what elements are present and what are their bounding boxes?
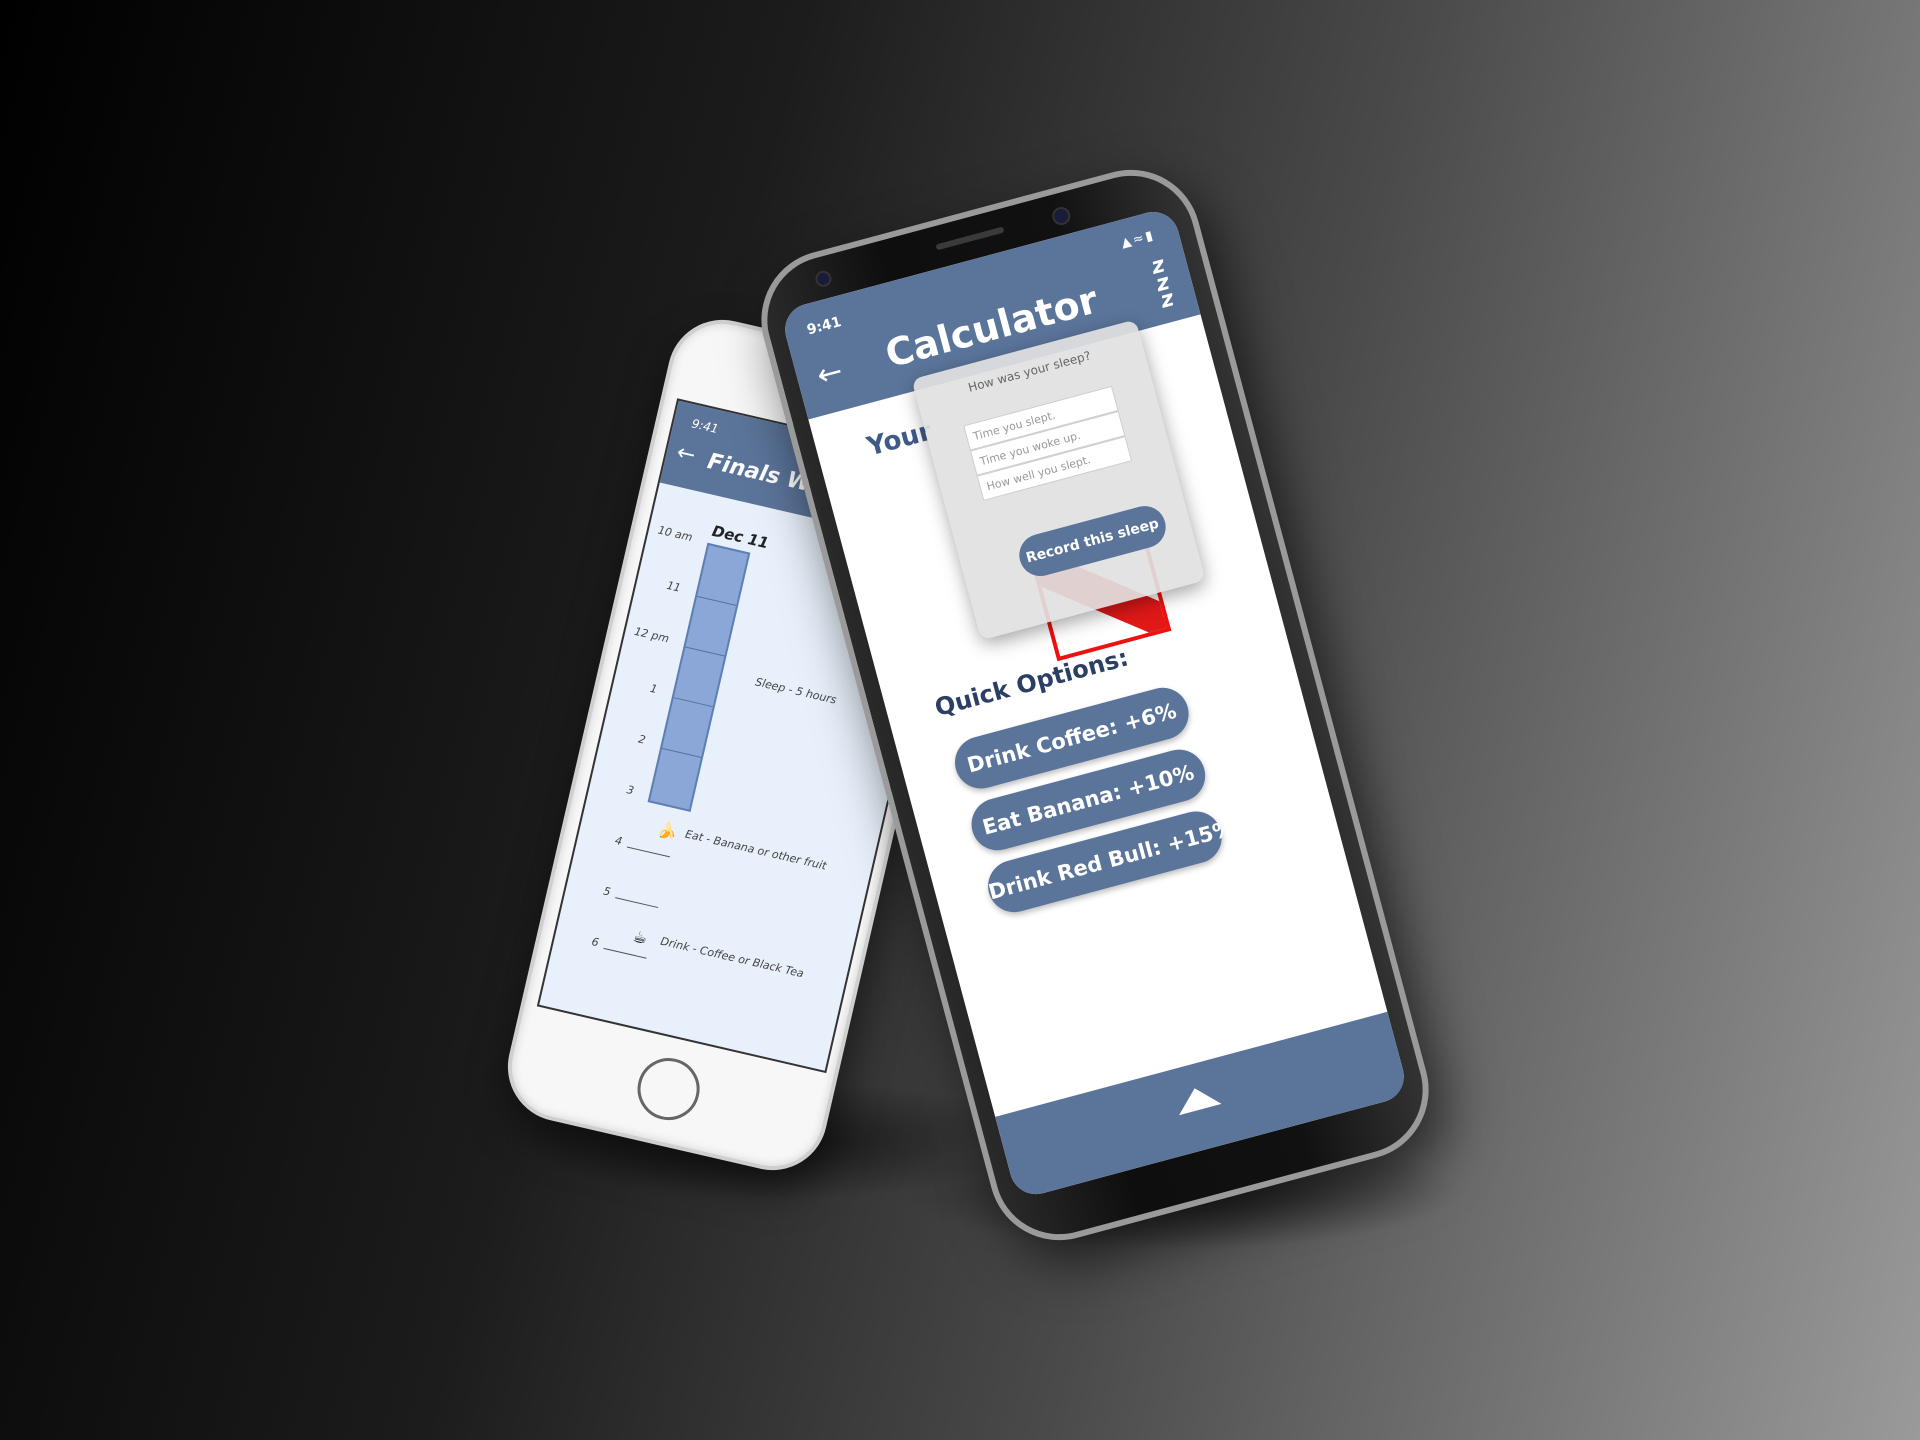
- banana-icon: 🍌: [655, 819, 680, 843]
- event-label: Eat - Banana or other fruit: [683, 827, 828, 873]
- hour-divider: [673, 697, 713, 708]
- event-label: Drink - Coffee or Black Tea: [659, 934, 805, 981]
- arrow-left-icon[interactable]: ←: [813, 354, 846, 394]
- record-sleep-button[interactable]: Record this sleep: [1014, 501, 1171, 581]
- status-time: 9:41: [690, 416, 720, 437]
- time-tick-line: [626, 846, 670, 858]
- sleep-dialog: How was your sleep? Time you slept. Time…: [911, 319, 1206, 641]
- time-tick-label: 3: [625, 783, 636, 798]
- zzz-icon[interactable]: zzz: [1149, 252, 1177, 313]
- time-tick-label: 12 pm: [633, 624, 671, 646]
- status-time: 9:41: [805, 313, 844, 339]
- time-tick-label: 6: [590, 935, 601, 950]
- time-tick-label: 5: [602, 884, 612, 899]
- time-tick-line: [615, 897, 659, 909]
- time-tick-label: 2: [637, 732, 647, 747]
- chevron-up-icon[interactable]: [1173, 1082, 1222, 1116]
- hour-divider: [661, 747, 702, 758]
- time-tick-line: [603, 947, 647, 959]
- arrow-left-icon[interactable]: ←: [674, 440, 698, 469]
- sleep-label: Sleep - 5 hours: [753, 675, 838, 707]
- time-tick-label: 10 am: [656, 523, 694, 545]
- time-tick-label: 11: [665, 578, 682, 595]
- time-tick-label: 4: [613, 833, 624, 849]
- coffee-cup-icon: ☕: [631, 926, 650, 949]
- hour-divider: [685, 646, 725, 657]
- signal-wifi-battery-icons: ▲≈▮: [1119, 227, 1157, 252]
- time-tick-label: 1: [648, 681, 659, 697]
- hour-divider: [697, 595, 737, 606]
